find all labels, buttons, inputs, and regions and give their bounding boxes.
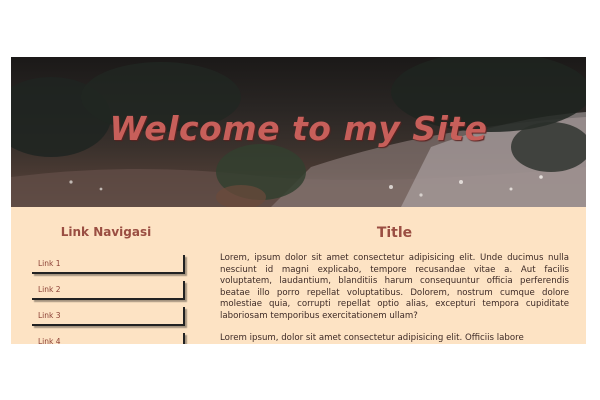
page: Welcome to my Site Link Navigasi Link 1 … bbox=[11, 57, 586, 344]
nav-link-2[interactable]: Link 2 bbox=[32, 281, 185, 300]
nav-link-3[interactable]: Link 3 bbox=[32, 307, 185, 326]
sidebar: Link Navigasi Link 1 Link 2 Link 3 Link … bbox=[11, 207, 201, 344]
main-content: Title Lorem, ipsum dolor sit amet consec… bbox=[220, 207, 569, 344]
nav-list: Link 1 Link 2 Link 3 Link 4 bbox=[32, 255, 185, 344]
site-title: Welcome to my Site bbox=[109, 109, 488, 148]
content-paragraph-2: Lorem ipsum, dolor sit amet consectetur … bbox=[220, 333, 524, 343]
content-paragraph-1: Lorem, ipsum dolor sit amet consectetur … bbox=[220, 253, 569, 321]
content-title: Title bbox=[376, 225, 413, 241]
header-banner: Welcome to my Site bbox=[11, 57, 586, 207]
sidebar-title: Link Navigasi bbox=[60, 225, 152, 239]
nav-link-4[interactable]: Link 4 bbox=[32, 333, 185, 344]
nav-link-1[interactable]: Link 1 bbox=[32, 255, 185, 274]
